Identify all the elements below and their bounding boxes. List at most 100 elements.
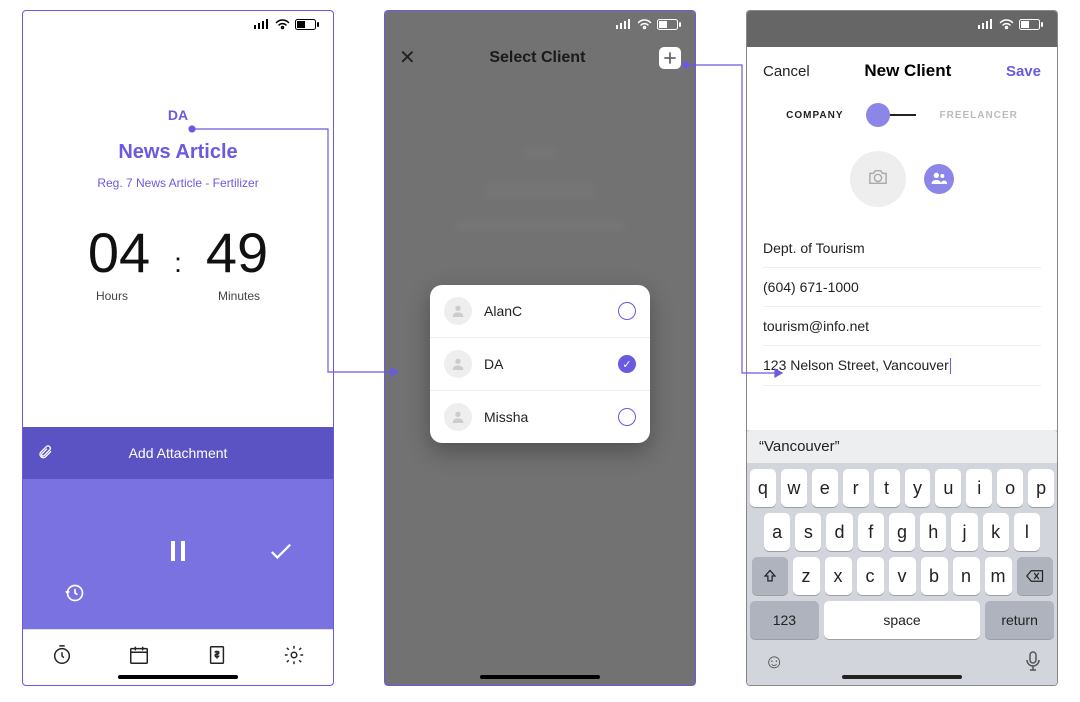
key-r[interactable]: r: [843, 469, 869, 507]
key-q[interactable]: q: [750, 469, 776, 507]
minutes-value: 49: [206, 220, 268, 285]
client-name: AlanC: [484, 303, 606, 319]
client-row[interactable]: DA ✓: [430, 338, 650, 391]
battery-icon: [1019, 19, 1043, 30]
key-n[interactable]: n: [953, 557, 980, 595]
client-list-modal: AlanC DA ✓ Missha: [430, 285, 650, 443]
avatar-icon: [444, 297, 472, 325]
radio-unchecked-icon[interactable]: [618, 302, 636, 320]
key-w[interactable]: w: [781, 469, 807, 507]
key-v[interactable]: v: [889, 557, 916, 595]
select-client-title: Select Client: [489, 49, 585, 67]
photo-button[interactable]: [850, 151, 906, 207]
key-y[interactable]: y: [905, 469, 931, 507]
key-o[interactable]: o: [997, 469, 1023, 507]
key-j[interactable]: j: [951, 513, 977, 551]
screen-timer: DA News Article Reg. 7 News Article - Fe…: [22, 10, 334, 686]
status-bar: [747, 11, 1057, 37]
home-indicator[interactable]: [842, 675, 962, 679]
tab-calendar-icon[interactable]: [128, 644, 150, 671]
client-name: DA: [484, 356, 606, 372]
task-name[interactable]: Reg. 7 News Article - Fertilizer: [23, 176, 333, 190]
tab-settings-icon[interactable]: [283, 644, 305, 671]
add-client-button[interactable]: [659, 47, 681, 69]
hours-label: Hours: [96, 289, 128, 303]
wifi-icon: [275, 19, 290, 30]
minutes-label: Minutes: [218, 289, 260, 303]
address-field[interactable]: 123 Nelson Street, Vancouver: [763, 346, 1041, 386]
keyboard-suggestion[interactable]: “Vancouver”: [747, 430, 1057, 463]
key-a[interactable]: a: [764, 513, 790, 551]
company-field[interactable]: Dept. of Tourism: [763, 229, 1041, 268]
key-k[interactable]: k: [983, 513, 1009, 551]
key-h[interactable]: h: [920, 513, 946, 551]
key-p[interactable]: p: [1028, 469, 1054, 507]
signal-icon: [978, 19, 994, 29]
key-t[interactable]: t: [874, 469, 900, 507]
key-row-2: asdfghjkl: [750, 513, 1054, 551]
toggle-freelancer-label[interactable]: FREELANCER: [940, 110, 1018, 121]
keyboard: “Vancouver” qwertyuiop asdfghjkl zxcvbnm…: [747, 430, 1057, 685]
client-name[interactable]: DA: [168, 107, 188, 123]
key-u[interactable]: u: [935, 469, 961, 507]
return-key[interactable]: return: [985, 601, 1054, 639]
hours-value: 04: [88, 220, 150, 285]
dictation-key[interactable]: [1026, 651, 1040, 677]
cancel-button[interactable]: Cancel: [763, 63, 810, 80]
done-button[interactable]: [251, 541, 311, 567]
battery-icon: [657, 19, 681, 30]
key-s[interactable]: s: [795, 513, 821, 551]
contacts-button[interactable]: [924, 164, 954, 194]
pause-button[interactable]: [148, 541, 208, 567]
key-z[interactable]: z: [793, 557, 820, 595]
timer-controls: [23, 479, 333, 629]
tab-invoice-icon[interactable]: [206, 644, 228, 671]
home-indicator[interactable]: [118, 675, 238, 679]
avatar-icon: [444, 403, 472, 431]
client-type-toggle[interactable]: [866, 103, 918, 127]
status-bar: [23, 11, 333, 37]
key-c[interactable]: c: [857, 557, 884, 595]
wifi-icon: [999, 19, 1014, 30]
key-e[interactable]: e: [812, 469, 838, 507]
wifi-icon: [637, 19, 652, 30]
screen-new-client: Cancel New Client Save COMPANY FREELANCE…: [746, 10, 1058, 686]
emoji-key[interactable]: ☺: [764, 651, 784, 677]
close-button[interactable]: ✕: [399, 45, 416, 70]
home-indicator[interactable]: [480, 675, 600, 679]
key-f[interactable]: f: [858, 513, 884, 551]
key-m[interactable]: m: [985, 557, 1012, 595]
phone-field[interactable]: (604) 671-1000: [763, 268, 1041, 307]
client-row[interactable]: Missha: [430, 391, 650, 443]
backspace-key[interactable]: [1017, 557, 1053, 595]
avatar-icon: [444, 350, 472, 378]
add-attachment-button[interactable]: Add Attachment: [23, 427, 333, 479]
key-d[interactable]: d: [826, 513, 852, 551]
toggle-company-label[interactable]: COMPANY: [786, 110, 843, 121]
history-button[interactable]: [45, 583, 105, 629]
timer-display: 04 : 49: [23, 220, 333, 285]
email-field[interactable]: tourism@info.net: [763, 307, 1041, 346]
key-b[interactable]: b: [921, 557, 948, 595]
signal-icon: [254, 19, 270, 29]
save-button[interactable]: Save: [1006, 63, 1041, 80]
new-client-title: New Client: [864, 61, 951, 81]
text-cursor: [950, 358, 951, 374]
shift-key[interactable]: [752, 557, 788, 595]
key-g[interactable]: g: [889, 513, 915, 551]
key-l[interactable]: l: [1014, 513, 1040, 551]
tab-timer-icon[interactable]: [51, 644, 73, 671]
key-i[interactable]: i: [966, 469, 992, 507]
client-row[interactable]: AlanC: [430, 285, 650, 338]
project-name[interactable]: News Article: [23, 141, 333, 164]
numbers-key[interactable]: 123: [750, 601, 819, 639]
radio-unchecked-icon[interactable]: [618, 408, 636, 426]
client-name: Missha: [484, 409, 606, 425]
status-bar: [385, 11, 695, 37]
key-row-1: qwertyuiop: [750, 469, 1054, 507]
key-row-3: zxcvbnm: [750, 557, 1054, 595]
radio-checked-icon[interactable]: ✓: [618, 355, 636, 373]
screen-select-client: ✕ Select Client AlanC DA: [384, 10, 696, 686]
key-x[interactable]: x: [825, 557, 852, 595]
space-key[interactable]: space: [824, 601, 980, 639]
